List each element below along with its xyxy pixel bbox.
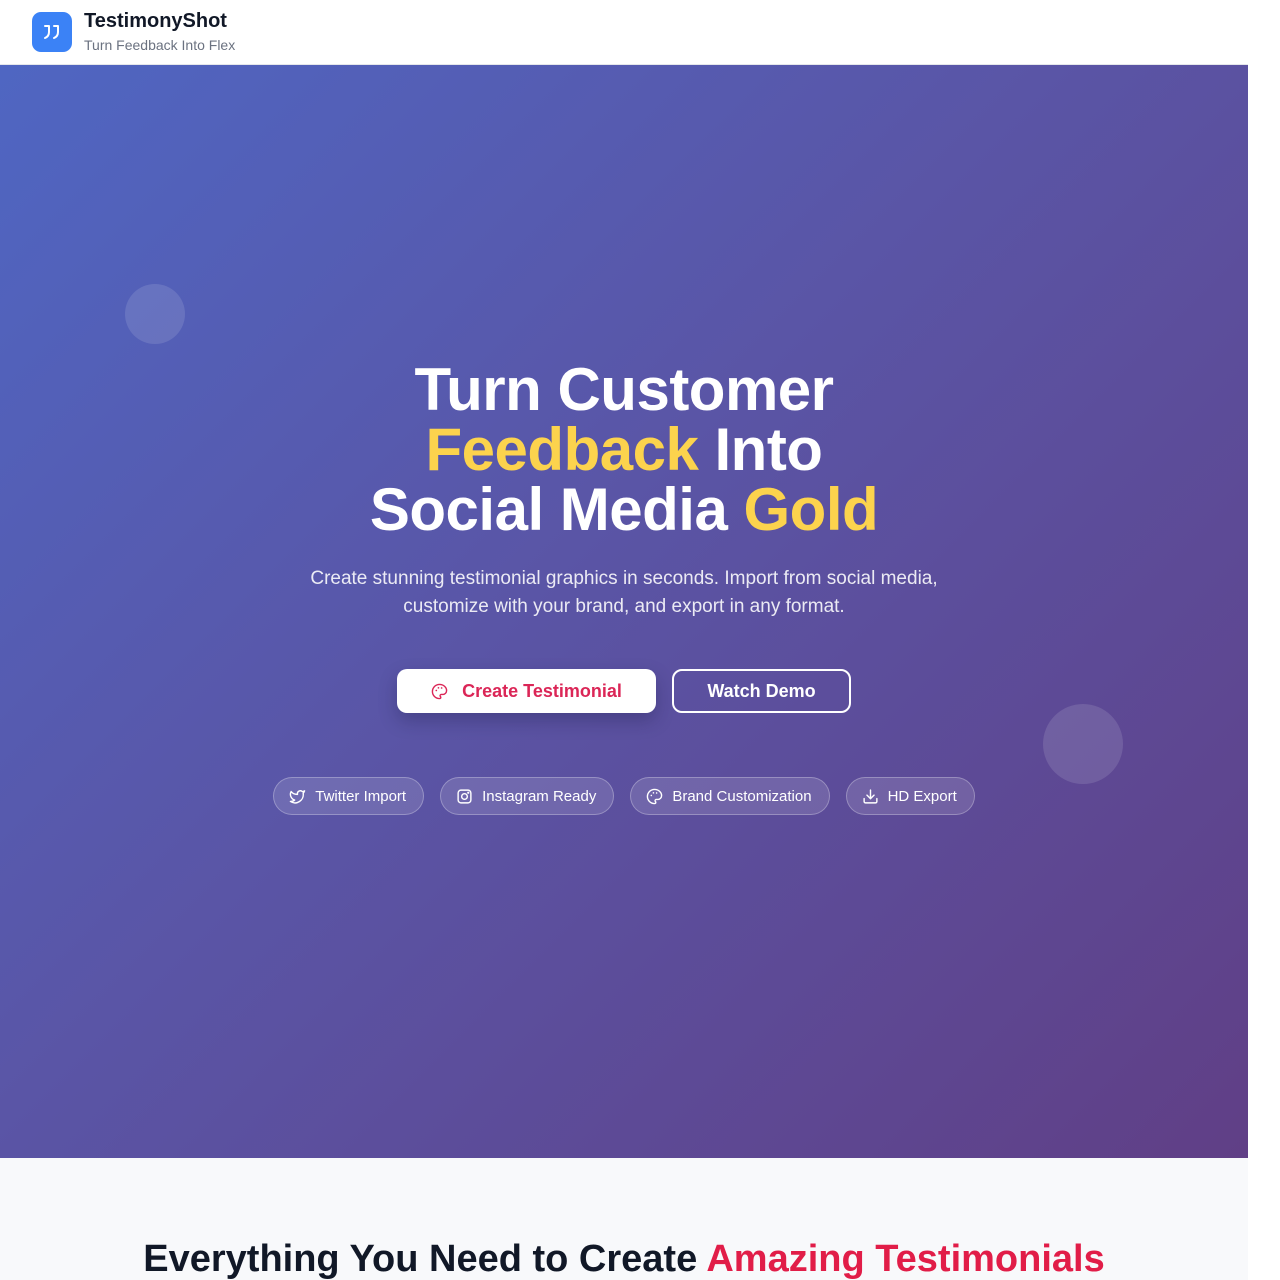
- hero-title-line-2: Feedback Into: [0, 420, 1248, 480]
- hero-title-into: Into: [714, 416, 823, 483]
- hero-title-highlight-feedback: Feedback: [425, 416, 699, 483]
- feature-pill-twitter-import[interactable]: Twitter Import: [273, 777, 425, 815]
- quote-icon: [44, 25, 59, 39]
- site-header: TestimonyShot Turn Feedback Into Flex: [0, 0, 1248, 65]
- instagram-icon: [457, 788, 472, 804]
- feature-pill-hd-export[interactable]: HD Export: [845, 777, 975, 815]
- features-title-accent: Amazing Testimonials: [706, 1238, 1105, 1280]
- feature-pill-label: Brand Customization: [672, 787, 812, 805]
- features-title-start: Everything You Need to Create: [143, 1238, 698, 1280]
- download-icon: [862, 788, 878, 804]
- feature-pill-instagram-ready[interactable]: Instagram Ready: [440, 777, 615, 815]
- features-section-title: Everything You Need to Create Amazing Te…: [0, 1238, 1248, 1280]
- watch-demo-button[interactable]: Watch Demo: [672, 669, 851, 713]
- feature-pill-label: HD Export: [887, 787, 957, 805]
- hero-title-line-3: Social Media Gold: [0, 480, 1248, 540]
- hero-title-highlight-gold: Gold: [743, 476, 879, 543]
- feature-pill-label: Instagram Ready: [482, 787, 597, 805]
- logo[interactable]: [32, 12, 72, 52]
- twitter-icon: [289, 789, 306, 804]
- decorative-circle: [125, 284, 185, 344]
- hero-section: Turn Customer Feedback Into Social Media…: [0, 65, 1248, 1158]
- features-section: Everything You Need to Create Amazing Te…: [0, 1158, 1248, 1280]
- create-testimonial-label: Create Testimonial: [462, 680, 622, 701]
- palette-icon: [431, 683, 448, 699]
- feature-pill-label: Twitter Import: [315, 787, 407, 805]
- hero-title: Turn Customer Feedback Into Social Media…: [0, 360, 1248, 540]
- palette-icon: [647, 788, 663, 804]
- hero-title-line-1: Turn Customer: [414, 356, 834, 423]
- hero-subtitle: Create stunning testimonial graphics in …: [310, 568, 938, 617]
- hero-title-social-media: Social Media: [369, 476, 728, 543]
- brand: TestimonyShot Turn Feedback Into Flex: [84, 9, 235, 55]
- brand-tagline: Turn Feedback Into Flex: [84, 37, 236, 53]
- feature-pill-brand-customization[interactable]: Brand Customization: [630, 777, 830, 815]
- create-testimonial-button[interactable]: Create Testimonial: [397, 669, 656, 713]
- brand-name[interactable]: TestimonyShot: [84, 9, 235, 33]
- feature-pills: Twitter Import Instagram Ready Brand Cus…: [0, 777, 1248, 815]
- cta-row: Create Testimonial Watch Demo: [0, 669, 1248, 713]
- decorative-circle: [1043, 704, 1123, 784]
